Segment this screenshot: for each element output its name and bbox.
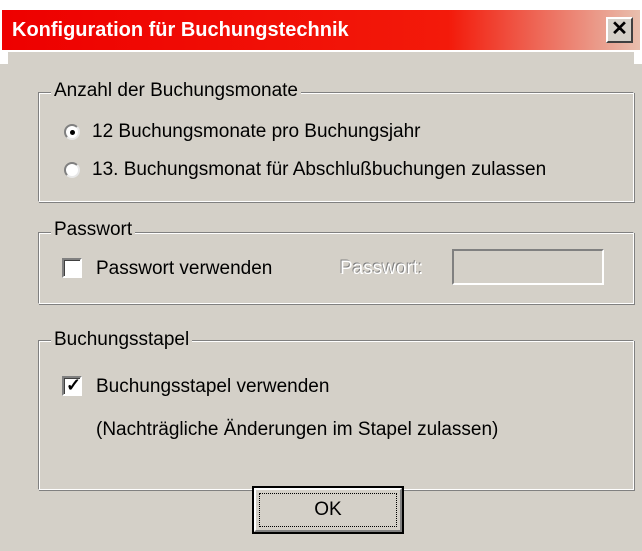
batch-note: (Nachträgliche Änderungen im Stapel zula… bbox=[96, 419, 499, 440]
months-group bbox=[38, 92, 634, 202]
password-checkbox[interactable] bbox=[62, 258, 82, 278]
months-group-label: Anzahl der Buchungsmonate bbox=[51, 80, 301, 102]
password-group-label: Passwort bbox=[51, 219, 136, 241]
radio-12-months[interactable] bbox=[64, 124, 80, 140]
batch-group bbox=[38, 340, 634, 490]
ok-button-label: OK bbox=[314, 499, 342, 520]
dialog-body: Anzahl der Buchungsmonate 12 Buchungsmon… bbox=[8, 52, 634, 542]
radio-13-months-label[interactable]: 13. Buchungsmonat für Abschlußbuchungen … bbox=[92, 158, 546, 182]
window-title: Konfiguration für Buchungstechnik bbox=[12, 19, 349, 41]
checkmark-icon: ✓ bbox=[66, 375, 82, 395]
batch-group-label: Buchungsstapel bbox=[51, 329, 193, 351]
config-dialog: Konfiguration für Buchungstechnik ✕ Anza… bbox=[0, 0, 642, 551]
password-field-label: Passwort: bbox=[340, 258, 424, 279]
radio-12-months-label[interactable]: 12 Buchungsmonate pro Buchungsjahr bbox=[92, 120, 421, 144]
batch-checkbox[interactable]: ✓ bbox=[62, 375, 82, 396]
ok-button[interactable]: OK bbox=[252, 486, 404, 534]
batch-checkbox-label[interactable]: Buchungsstapel verwenden bbox=[96, 375, 329, 399]
close-button[interactable]: ✕ bbox=[606, 17, 633, 43]
password-input[interactable] bbox=[452, 249, 604, 285]
close-icon: ✕ bbox=[611, 18, 628, 40]
radio-13-months[interactable] bbox=[64, 162, 80, 178]
radio-selected-dot bbox=[70, 130, 75, 135]
password-checkbox-label[interactable]: Passwort verwenden bbox=[96, 257, 272, 281]
